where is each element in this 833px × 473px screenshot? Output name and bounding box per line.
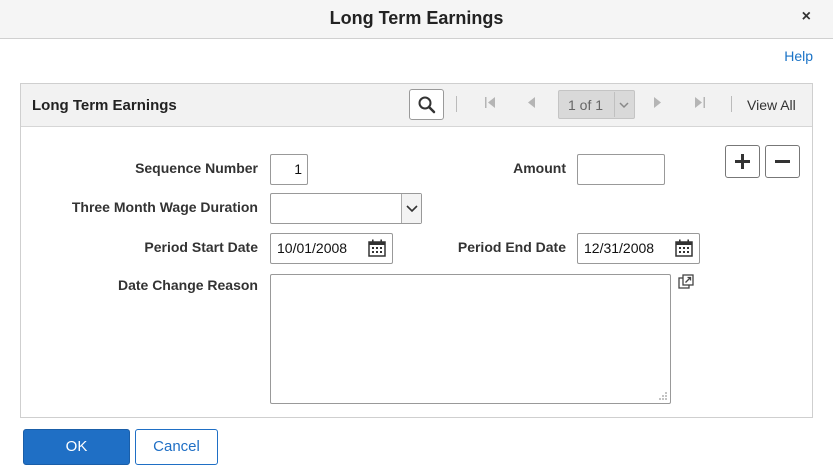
last-page-icon[interactable] [693, 96, 706, 112]
period-start-date-value: 10/01/2008 [277, 240, 348, 256]
help-link[interactable]: Help [784, 48, 813, 64]
pager-text: 1 of 1 [568, 97, 604, 113]
minus-icon [775, 160, 790, 163]
date-change-reason-label: Date Change Reason [117, 277, 258, 293]
calendar-icon[interactable] [368, 239, 386, 257]
period-end-date-field[interactable]: 12/31/2008 [577, 233, 700, 264]
add-row-button[interactable] [725, 145, 760, 178]
wage-duration-select[interactable] [270, 193, 422, 224]
wage-duration-label: Three Month Wage Duration [71, 199, 258, 215]
separator [456, 96, 457, 112]
period-start-date-field[interactable]: 10/01/2008 [270, 233, 393, 264]
separator [731, 96, 732, 112]
calendar-icon[interactable] [675, 239, 693, 257]
sequence-number-label: Sequence Number [135, 160, 258, 176]
period-end-date-value: 12/31/2008 [584, 240, 655, 256]
date-change-reason-textarea[interactable] [270, 274, 671, 404]
panel-title: Long Term Earnings [32, 97, 177, 114]
expand-popup-icon[interactable] [678, 274, 694, 290]
search-button[interactable] [409, 89, 444, 120]
cancel-button[interactable]: Cancel [135, 429, 218, 465]
long-term-earnings-panel: Long Term Earnings 1 of 1 View All Seque… [20, 83, 813, 418]
sequence-number-value: 1 [294, 161, 302, 177]
search-icon [418, 96, 436, 114]
next-page-icon[interactable] [653, 96, 663, 112]
modal-title: Long Term Earnings [329, 8, 504, 28]
sequence-number-field[interactable]: 1 [270, 154, 308, 185]
first-page-icon[interactable] [484, 96, 497, 112]
period-end-date-label: Period End Date [457, 239, 566, 255]
close-icon[interactable]: × [802, 8, 811, 26]
chevron-down-icon [614, 92, 633, 117]
amount-field[interactable] [577, 154, 665, 185]
panel-header: Long Term Earnings 1 of 1 View All [21, 84, 812, 127]
view-all-link[interactable]: View All [747, 97, 796, 113]
chevron-down-icon [401, 194, 421, 223]
row-pager-select[interactable]: 1 of 1 [558, 90, 635, 119]
modal-title-bar: Long Term Earnings × [0, 0, 833, 39]
ok-button[interactable]: OK [23, 429, 130, 465]
previous-page-icon[interactable] [526, 96, 536, 112]
delete-row-button[interactable] [765, 145, 800, 178]
resize-handle-icon[interactable] [658, 391, 668, 401]
plus-icon [735, 154, 750, 169]
amount-label: Amount [513, 160, 566, 176]
period-start-date-label: Period Start Date [144, 239, 258, 255]
